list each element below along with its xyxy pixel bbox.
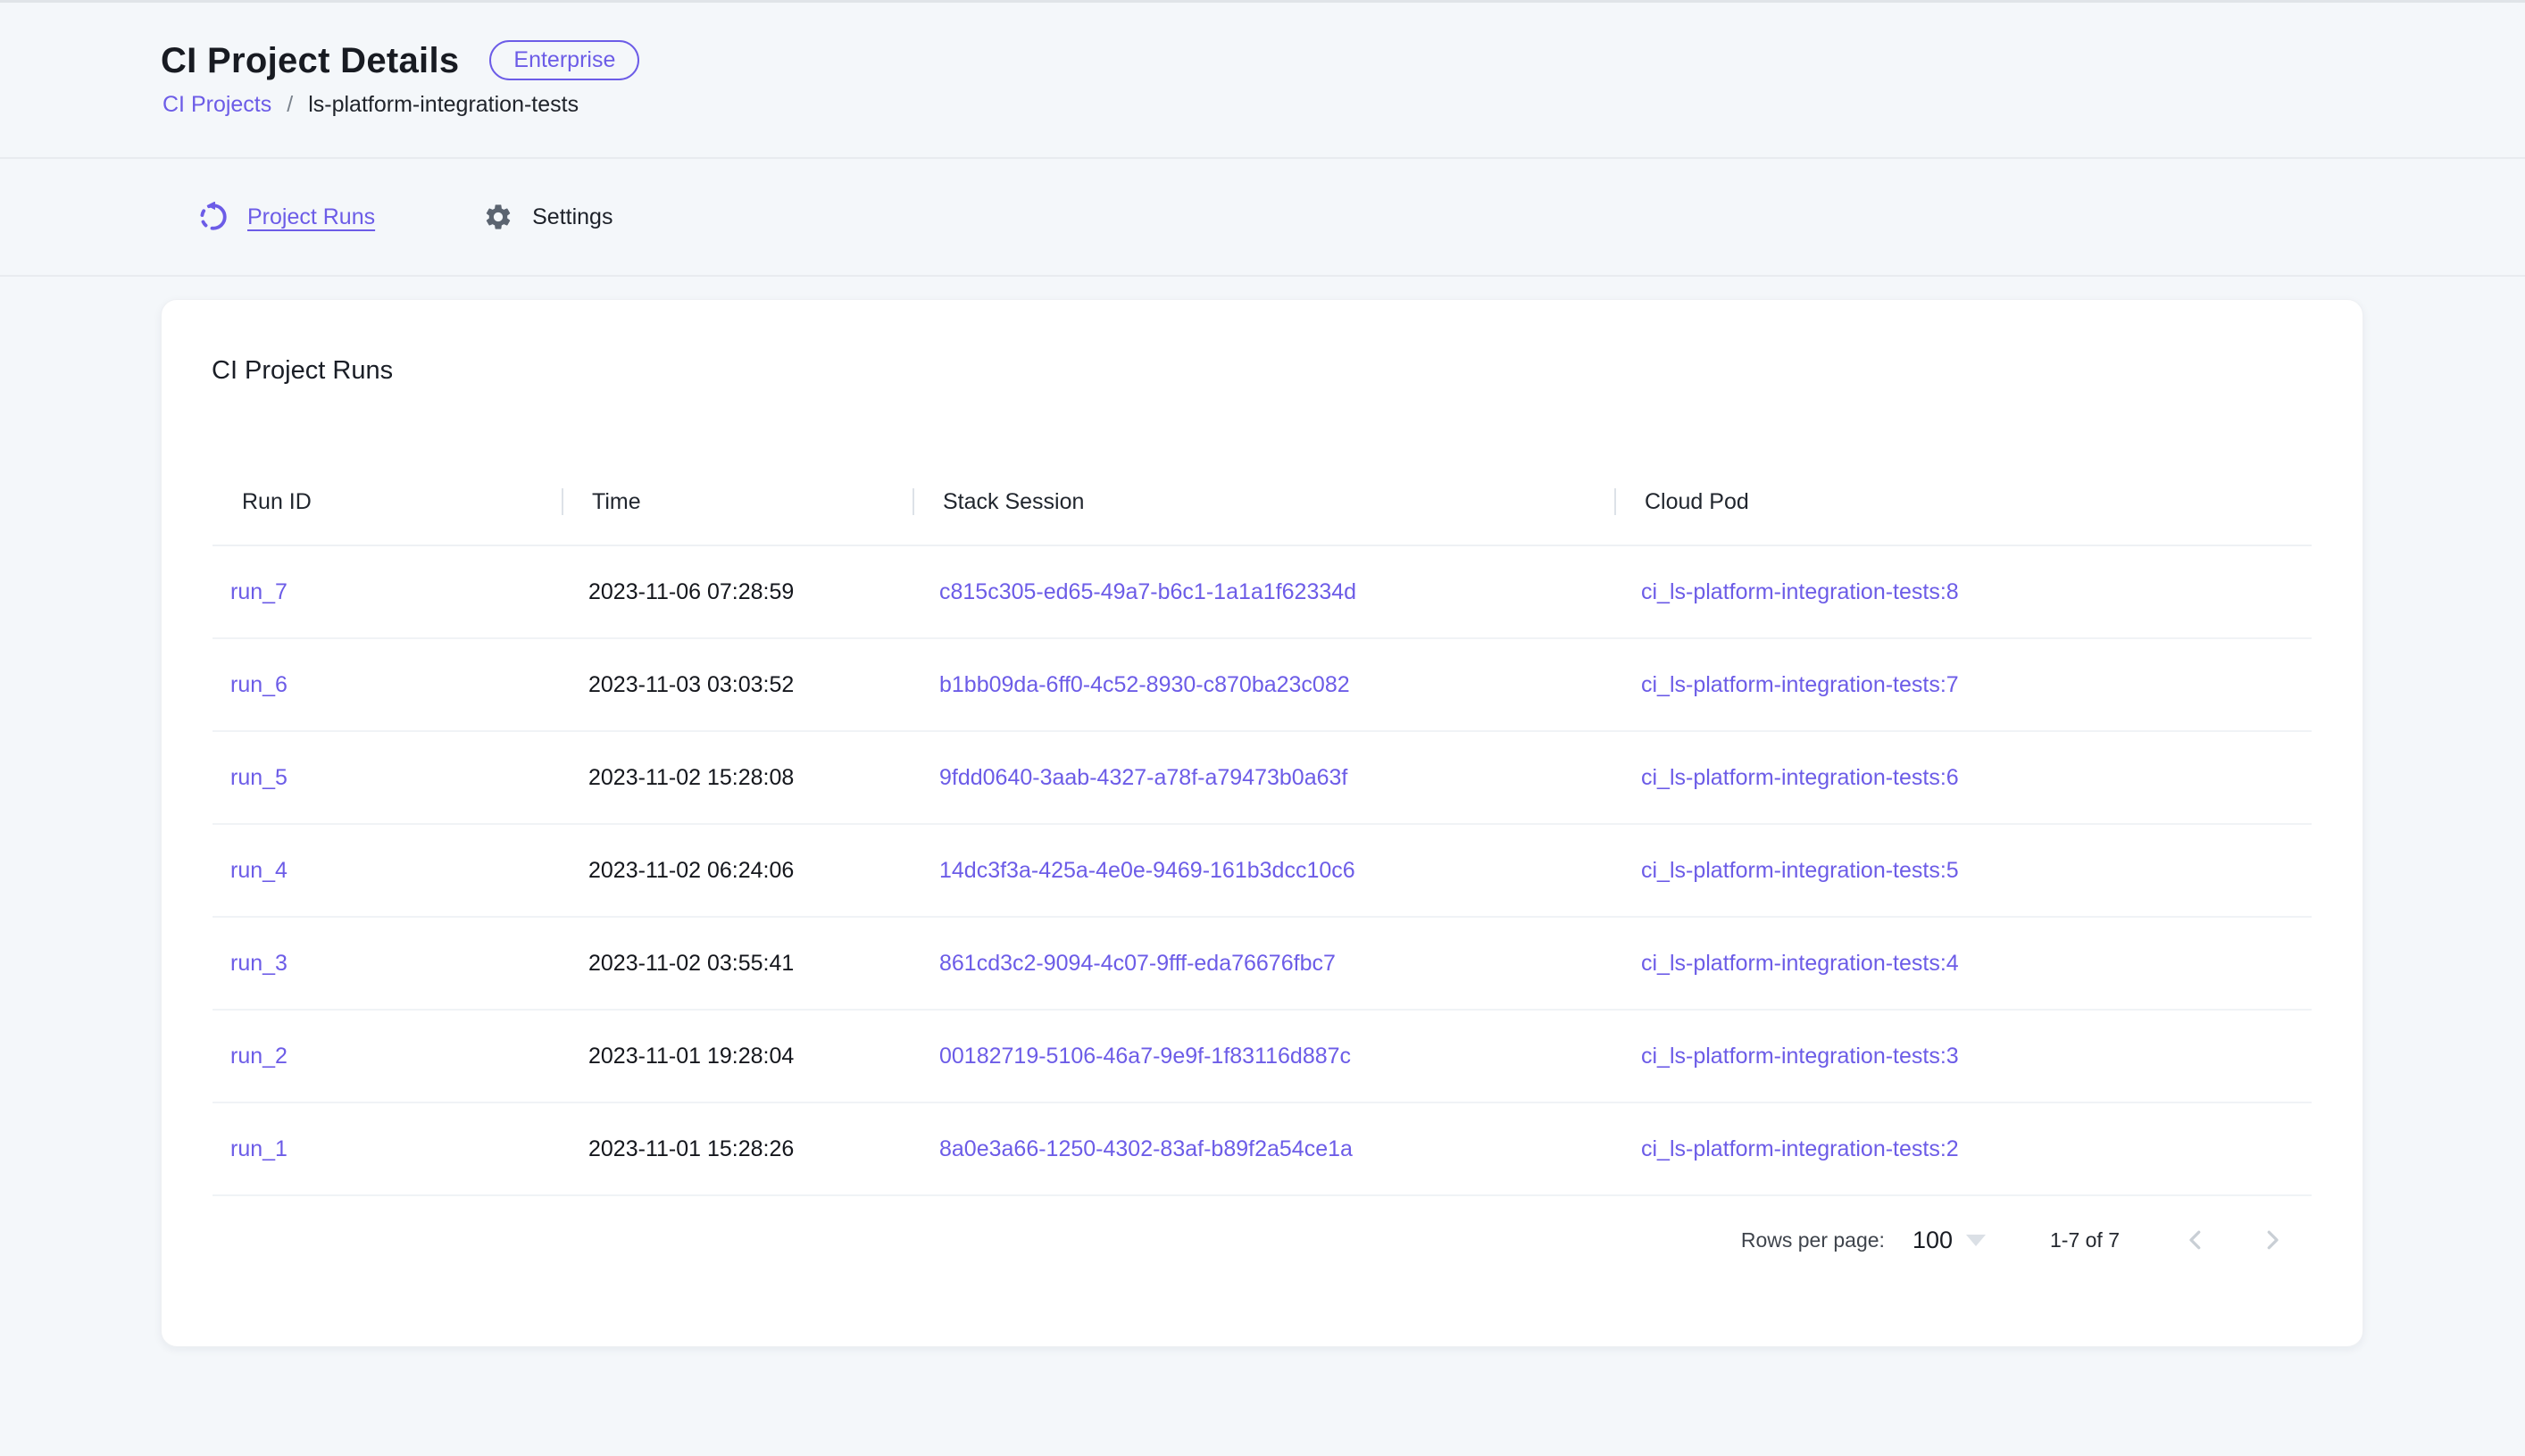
enterprise-badge: Enterprise (489, 40, 639, 80)
cloud-pod-link[interactable]: ci_ls-platform-integration-tests:6 (1614, 765, 2313, 791)
tab-settings[interactable]: Settings (483, 202, 612, 232)
table-row: run_6 2023-11-03 03:03:52 b1bb09da-6ff0-… (212, 639, 2312, 732)
caret-down-icon (1966, 1235, 1986, 1246)
stack-session-link[interactable]: c815c305-ed65-49a7-b6c1-1a1a1f62334d (912, 579, 1614, 605)
stack-session-link[interactable]: 8a0e3a66-1250-4302-83af-b89f2a54ce1a (912, 1136, 1614, 1162)
chevron-left-icon (2182, 1227, 2209, 1253)
run-time-value: 2023-11-01 19:28:04 (562, 1044, 912, 1069)
run-id-link[interactable]: run_4 (212, 858, 562, 884)
table-row: run_1 2023-11-01 15:28:26 8a0e3a66-1250-… (212, 1103, 2312, 1196)
table-row: run_2 2023-11-01 19:28:04 00182719-5106-… (212, 1011, 2312, 1103)
run-id-link[interactable]: run_7 (212, 579, 562, 605)
card-title: CI Project Runs (212, 356, 2362, 386)
table-row: run_3 2023-11-02 03:55:41 861cd3c2-9094-… (212, 918, 2312, 1011)
run-id-link[interactable]: run_3 (212, 951, 562, 977)
ci-project-runs-card: CI Project Runs Run ID Time Stack Sessio… (161, 299, 2363, 1347)
page: CI Project Details Enterprise CI Project… (0, 0, 2525, 1456)
cloud-pod-link[interactable]: ci_ls-platform-integration-tests:5 (1614, 858, 2313, 884)
tab-bar: Project Runs Settings (0, 159, 2525, 277)
table-row: run_5 2023-11-02 15:28:08 9fdd0640-3aab-… (212, 732, 2312, 825)
stack-session-link[interactable]: 14dc3f3a-425a-4e0e-9469-161b3dcc10c6 (912, 858, 1614, 884)
run-id-link[interactable]: run_6 (212, 672, 562, 698)
column-header-stack-session: Stack Session (912, 489, 1614, 515)
pagination-bar: Rows per page: 100 1-7 of 7 (162, 1216, 2362, 1264)
cloud-pod-link[interactable]: ci_ls-platform-integration-tests:4 (1614, 951, 2313, 977)
chevron-right-icon (2259, 1227, 2286, 1253)
stack-session-link[interactable]: b1bb09da-6ff0-4c52-8930-c870ba23c082 (912, 672, 1614, 698)
cloud-pod-link[interactable]: ci_ls-platform-integration-tests:7 (1614, 672, 2313, 698)
cloud-pod-link[interactable]: ci_ls-platform-integration-tests:2 (1614, 1136, 2313, 1162)
tab-settings-label: Settings (532, 204, 612, 230)
stack-session-link[interactable]: 861cd3c2-9094-4c07-9fff-eda76676fbc7 (912, 951, 1614, 977)
table-row: run_4 2023-11-02 06:24:06 14dc3f3a-425a-… (212, 825, 2312, 918)
page-header: CI Project Details Enterprise CI Project… (0, 3, 2525, 159)
breadcrumb-separator: / (287, 92, 293, 118)
breadcrumb: CI Projects / ls-platform-integration-te… (162, 92, 2525, 118)
stack-session-link[interactable]: 00182719-5106-46a7-9e9f-1f83116d887c (912, 1044, 1614, 1069)
run-time-value: 2023-11-02 03:55:41 (562, 951, 912, 977)
column-header-run-id: Run ID (212, 489, 562, 515)
cloud-pod-link[interactable]: ci_ls-platform-integration-tests:3 (1614, 1044, 2313, 1069)
rows-per-page-select[interactable]: 100 (1912, 1227, 1986, 1254)
run-time-value: 2023-11-03 03:03:52 (562, 672, 912, 698)
table-header-row: Run ID Time Stack Session Cloud Pod (212, 459, 2312, 546)
run-id-link[interactable]: run_2 (212, 1044, 562, 1069)
column-header-cloud-pod: Cloud Pod (1614, 489, 2313, 515)
tab-project-runs[interactable]: Project Runs (198, 202, 375, 232)
gear-icon (483, 202, 513, 232)
column-header-time: Time (562, 489, 912, 515)
stack-session-link[interactable]: 9fdd0640-3aab-4327-a78f-a79473b0a63f (912, 765, 1614, 791)
pagination-range-label: 1-7 of 7 (2050, 1228, 2120, 1252)
runs-table: Run ID Time Stack Session Cloud Pod run_… (212, 459, 2312, 1196)
breadcrumb-link-ci-projects[interactable]: CI Projects (162, 92, 271, 118)
rows-per-page-value: 100 (1912, 1227, 1953, 1254)
breadcrumb-current-page: ls-platform-integration-tests (308, 92, 579, 118)
run-id-link[interactable]: run_5 (212, 765, 562, 791)
table-body: run_7 2023-11-06 07:28:59 c815c305-ed65-… (212, 546, 2312, 1196)
next-page-button[interactable] (2259, 1227, 2286, 1253)
run-time-value: 2023-11-02 06:24:06 (562, 858, 912, 884)
run-time-value: 2023-11-02 15:28:08 (562, 765, 912, 791)
history-icon (198, 202, 229, 232)
tab-project-runs-label: Project Runs (247, 204, 375, 230)
page-title: CI Project Details (161, 41, 459, 80)
rows-per-page-label: Rows per page: (1741, 1228, 1885, 1252)
title-row: CI Project Details Enterprise (161, 40, 2525, 80)
previous-page-button[interactable] (2182, 1227, 2209, 1253)
table-row: run_7 2023-11-06 07:28:59 c815c305-ed65-… (212, 546, 2312, 639)
cloud-pod-link[interactable]: ci_ls-platform-integration-tests:8 (1614, 579, 2313, 605)
run-time-value: 2023-11-06 07:28:59 (562, 579, 912, 605)
run-id-link[interactable]: run_1 (212, 1136, 562, 1162)
content-area: CI Project Runs Run ID Time Stack Sessio… (0, 277, 2525, 1347)
run-time-value: 2023-11-01 15:28:26 (562, 1136, 912, 1162)
